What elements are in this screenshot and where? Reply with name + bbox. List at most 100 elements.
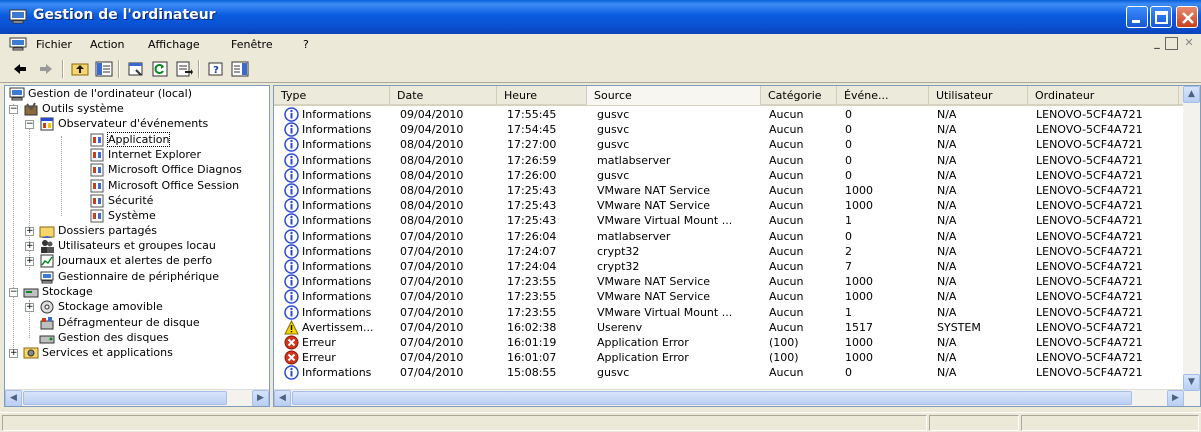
- tree-item-office-sessions[interactable]: Microsoft Office Session: [89, 178, 239, 194]
- expand-services-icon[interactable]: +: [9, 349, 18, 358]
- mdi-close-icon[interactable]: ✕: [1181, 36, 1197, 51]
- cell-date: 08/04/2010: [400, 184, 464, 197]
- mdi-restore-icon[interactable]: [1165, 37, 1178, 50]
- table-row[interactable]: Informations 07/04/2010 17:23:55 VMware Vir…: [274, 304, 1179, 321]
- properties-icon[interactable]: [126, 59, 146, 79]
- table-row[interactable]: Informations 07/04/2010 17:23:55 VMware NAT…: [274, 274, 1179, 290]
- scroll-left-icon[interactable]: ◀: [274, 390, 291, 406]
- expand-shared-folders-icon[interactable]: +: [25, 227, 34, 236]
- scroll-right-icon[interactable]: ▶: [1167, 390, 1184, 406]
- tree-horizontal-scrollbar[interactable]: ◀ ▶: [5, 389, 269, 406]
- refresh-icon[interactable]: [150, 59, 170, 79]
- menu-action[interactable]: Action: [90, 38, 124, 51]
- tree-item-services[interactable]: Services et applications: [23, 345, 173, 361]
- table-row[interactable]: Informations 08/04/2010 17:25:43 VMware NAT…: [274, 183, 1179, 199]
- cell-computer: LENOVO-5CF4A721: [1036, 275, 1143, 289]
- info-icon: [284, 198, 299, 213]
- collapse-storage-icon[interactable]: −: [9, 288, 18, 297]
- cell-event: 1000: [845, 336, 873, 349]
- table-row[interactable]: Informations 07/04/2010 15:08:55 gusvc Aucun…: [274, 365, 1179, 381]
- minimize-button[interactable]: [1126, 6, 1148, 28]
- expand-perf-logs-icon[interactable]: +: [25, 257, 34, 266]
- scroll-left-icon[interactable]: ◀: [5, 390, 22, 406]
- mdi-minimize-icon[interactable]: _: [1149, 36, 1165, 51]
- tree-item-office-diagnostics[interactable]: Microsoft Office Diagnos: [89, 162, 242, 178]
- table-row[interactable]: Erreur 07/04/2010 16:01:19 Application Erro…: [274, 335, 1179, 351]
- scroll-right-icon[interactable]: ▶: [252, 390, 269, 406]
- up-folder-icon[interactable]: [70, 59, 90, 79]
- info-icon: [284, 183, 299, 198]
- table-row[interactable]: Erreur 07/04/2010 16:01:07 Application Erro…: [274, 350, 1179, 366]
- table-row[interactable]: Informations 07/04/2010 17:24:04 crypt32 Auc…: [274, 259, 1179, 275]
- collapse-event-viewer-icon[interactable]: −: [25, 120, 34, 129]
- tree-item-internet-explorer[interactable]: Internet Explorer: [89, 147, 201, 163]
- scroll-down-icon[interactable]: ▼: [1183, 374, 1200, 391]
- cell-event: 0: [845, 138, 852, 152]
- back-arrow-icon[interactable]: [10, 59, 30, 79]
- table-row[interactable]: Informations 08/04/2010 17:26:59 matlabserv…: [274, 152, 1179, 169]
- tree-item-disk-management[interactable]: Gestion des disques: [39, 330, 169, 346]
- cell-time: 17:25:43: [507, 199, 557, 213]
- maximize-button[interactable]: [1150, 6, 1172, 28]
- system-menu-icon[interactable]: [9, 37, 27, 51]
- forward-arrow-icon[interactable]: [36, 59, 56, 79]
- tree-item-removable-storage[interactable]: Stockage amovible: [39, 299, 163, 315]
- menu-help[interactable]: ?: [303, 38, 309, 51]
- cell-category: Aucun: [769, 199, 804, 213]
- col-time[interactable]: Heure: [497, 86, 587, 105]
- table-row[interactable]: Informations 08/04/2010 17:25:43 VMware Vir…: [274, 213, 1179, 229]
- table-row[interactable]: Informations 08/04/2010 17:27:00 gusvc Aucun…: [274, 137, 1179, 153]
- close-button[interactable]: [1176, 6, 1198, 28]
- show-hide-tree-icon[interactable]: [94, 59, 114, 79]
- services-icon: [23, 347, 39, 359]
- collapse-system-tools-icon[interactable]: −: [9, 105, 18, 114]
- table-row[interactable]: Informations 07/04/2010 17:26:04 matlabserv…: [274, 228, 1179, 245]
- tree-item-storage[interactable]: Stockage: [23, 284, 93, 300]
- tree-item-device-manager[interactable]: Gestionnaire de périphérique: [39, 269, 219, 285]
- table-row[interactable]: Informations 07/04/2010 17:24:07 crypt32 Auc…: [274, 244, 1179, 260]
- menu-fenetre[interactable]: Fenêtre: [231, 38, 273, 51]
- cell-type: Informations: [302, 214, 372, 228]
- col-type[interactable]: Type: [274, 86, 390, 105]
- scrollbar-thumb[interactable]: [292, 391, 1132, 405]
- tree-item-local-users[interactable]: Utilisateurs et groupes locau: [39, 238, 216, 254]
- col-event[interactable]: Événe...: [837, 86, 929, 105]
- expand-local-users-icon[interactable]: +: [25, 242, 34, 251]
- tree-item-shared-folders[interactable]: Dossiers partagés: [39, 223, 157, 239]
- tree-item-system-tools[interactable]: Outils système: [23, 101, 124, 117]
- info-icon: [284, 244, 299, 259]
- col-computer[interactable]: Ordinateur: [1028, 86, 1179, 105]
- tree-item-perf-logs[interactable]: Journaux et alertes de perfo: [39, 253, 212, 269]
- table-row[interactable]: Informations 08/04/2010 17:26:00 gusvc Aucun…: [274, 168, 1179, 184]
- cell-type: Informations: [302, 138, 372, 152]
- menu-affichage[interactable]: Affichage: [148, 38, 200, 51]
- console-tree: Gestion de l'ordinateur (local) − Outils…: [4, 85, 270, 407]
- scrollbar-thumb[interactable]: [23, 391, 227, 405]
- list-vertical-scrollbar[interactable]: ▲ ▼: [1183, 86, 1200, 406]
- table-row[interactable]: Avertissem... 07/04/2010 16:02:38 Userenv Au…: [274, 319, 1179, 336]
- table-row[interactable]: Informations 08/04/2010 17:25:43 VMware NAT…: [274, 198, 1179, 214]
- col-source[interactable]: Source: [587, 86, 761, 105]
- cell-time: 17:24:04: [507, 260, 557, 273]
- tree-item-defrag[interactable]: Défragmenteur de disque: [39, 315, 200, 331]
- list-horizontal-scrollbar[interactable]: ◀ ▶: [274, 389, 1184, 406]
- table-row[interactable]: Informations 09/04/2010 17:54:45 gusvc Aucun…: [274, 122, 1179, 138]
- table-row[interactable]: Informations 09/04/2010 17:55:45 gusvc Aucun…: [274, 107, 1179, 123]
- table-row[interactable]: Informations 07/04/2010 17:23:55 VMware NAT…: [274, 289, 1179, 305]
- col-category[interactable]: Catégorie: [761, 86, 837, 105]
- tree-item-security[interactable]: Sécurité: [89, 193, 153, 209]
- tree-item-system[interactable]: Système: [89, 208, 156, 224]
- col-user[interactable]: Utilisateur: [929, 86, 1028, 105]
- tree-item-application[interactable]: Application: [89, 132, 171, 148]
- tree-item-event-viewer[interactable]: Observateur d'événements: [39, 116, 208, 132]
- info-icon: [284, 274, 299, 289]
- export-list-icon[interactable]: [174, 59, 194, 79]
- col-date[interactable]: Date: [390, 86, 497, 105]
- cell-event: 0: [845, 123, 852, 137]
- menu-fichier[interactable]: Fichier: [36, 38, 72, 51]
- scroll-up-icon[interactable]: ▲: [1183, 86, 1200, 103]
- help-icon[interactable]: ?: [206, 59, 226, 79]
- show-hide-action-pane-icon[interactable]: [230, 59, 250, 79]
- tree-item-root[interactable]: Gestion de l'ordinateur (local): [9, 86, 192, 102]
- expand-removable-storage-icon[interactable]: +: [25, 303, 34, 312]
